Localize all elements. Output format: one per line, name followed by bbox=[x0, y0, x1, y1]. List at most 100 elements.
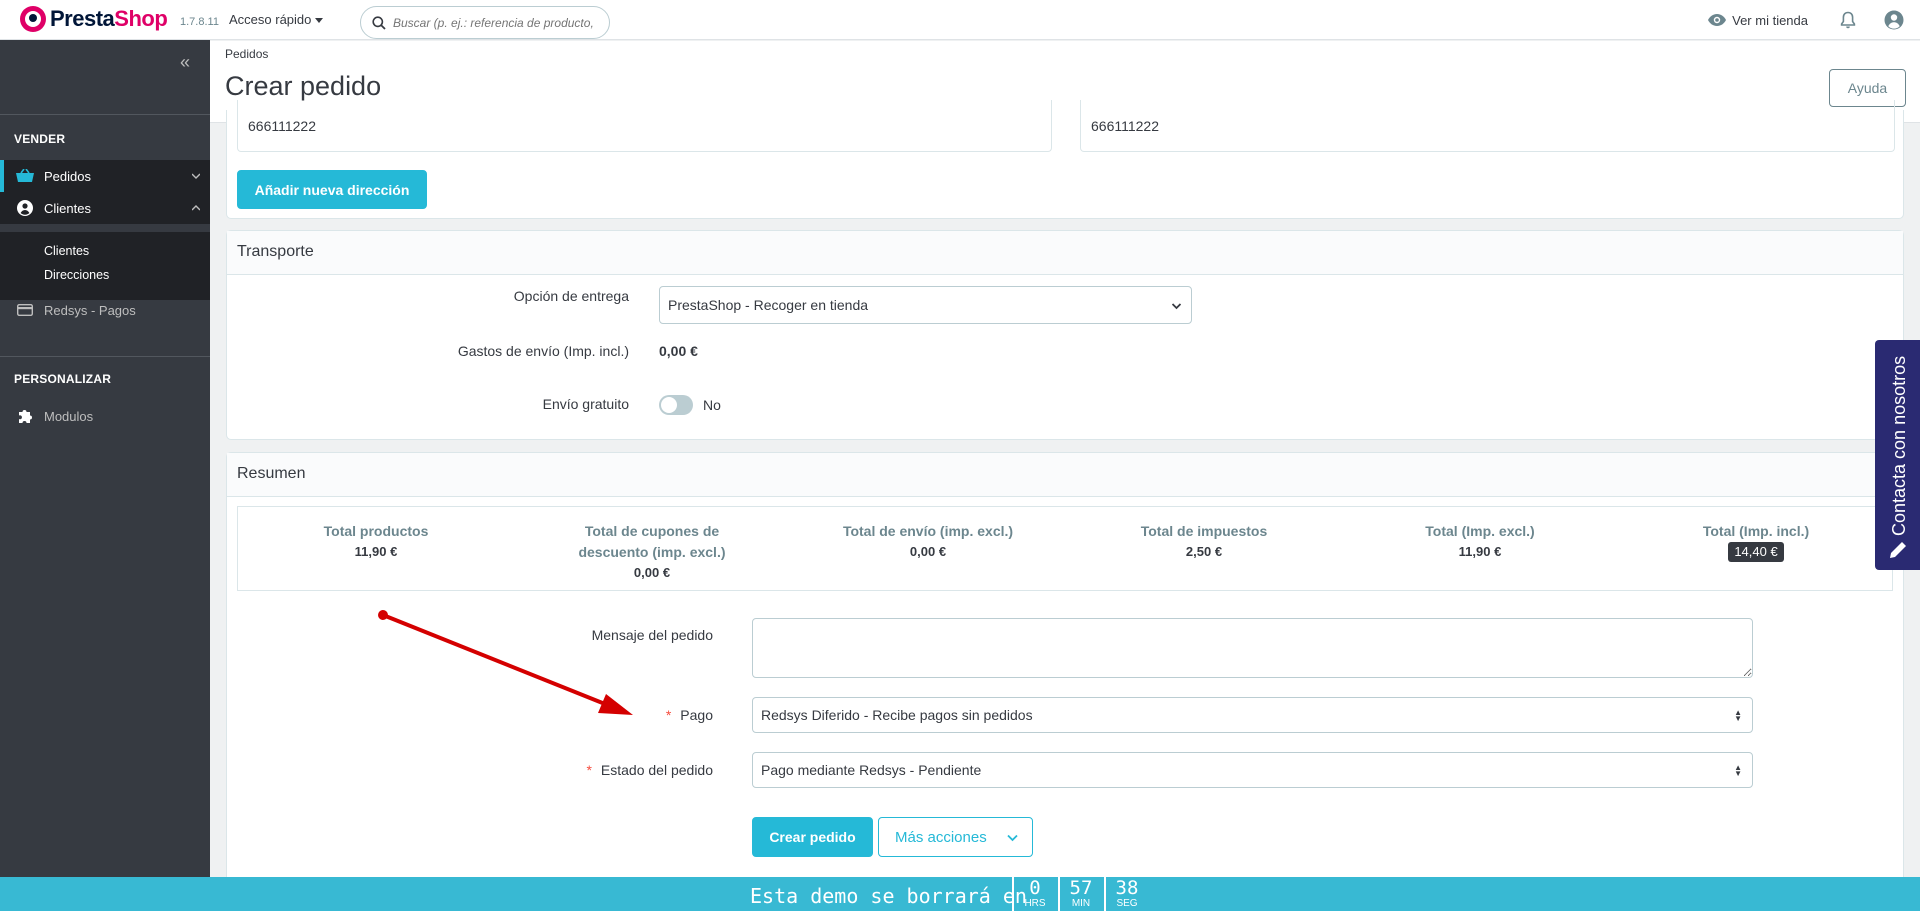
demo-countdown-text: Esta demo se borrará en bbox=[750, 884, 1027, 908]
prestashop-logo[interactable]: PrestaShop bbox=[20, 6, 168, 32]
countdown-hours-value: 0 bbox=[1029, 877, 1041, 899]
total-value: 11,90 € bbox=[1458, 544, 1502, 559]
quick-access-dropdown[interactable]: Acceso rápido bbox=[229, 12, 324, 27]
sidebar-item-label: Clientes bbox=[44, 200, 91, 216]
user-circle-icon bbox=[16, 199, 34, 217]
pencil-icon bbox=[1890, 542, 1906, 558]
total-value: 0,00 € bbox=[909, 544, 947, 559]
sidebar-item-modulos[interactable]: Modulos bbox=[0, 400, 210, 432]
required-asterisk: * bbox=[586, 762, 592, 778]
delivery-option-value: PrestaShop - Recoger en tienda bbox=[668, 297, 869, 313]
basket-icon bbox=[16, 167, 34, 185]
payment-value: Redsys Diferido - Recibe pagos sin pedid… bbox=[761, 707, 1033, 723]
free-shipping-value: No bbox=[703, 397, 721, 413]
chevron-down-icon bbox=[1007, 834, 1018, 842]
account-icon[interactable] bbox=[1884, 10, 1904, 30]
total-label: Total de impuestos bbox=[1140, 523, 1268, 539]
bell-icon[interactable] bbox=[1840, 11, 1856, 29]
prestashop-logo-icon bbox=[20, 6, 46, 32]
total-label: Total productos bbox=[323, 523, 429, 539]
countdown-seconds-unit: SEG bbox=[1116, 898, 1138, 909]
submenu-item-direcciones[interactable]: Direcciones bbox=[44, 268, 109, 282]
delivery-option-label: Opción de entrega bbox=[513, 288, 629, 304]
eye-icon bbox=[1708, 14, 1727, 26]
contact-us-label: Contacta con nosotros bbox=[1889, 355, 1909, 536]
chevron-down-icon bbox=[1172, 303, 1181, 310]
submenu-item-clientes[interactable]: Clientes bbox=[44, 244, 89, 258]
search-icon bbox=[372, 16, 386, 30]
countdown-seconds-value: 38 bbox=[1115, 877, 1139, 899]
total-label: Total (Imp. excl.) bbox=[1425, 523, 1535, 539]
more-actions-label: Más acciones bbox=[895, 828, 987, 846]
total-discounts: Total de cupones de descuento (imp. excl… bbox=[514, 521, 790, 583]
total-label: Total de envío (imp. excl.) bbox=[842, 523, 1014, 539]
countdown-seconds: 38 SEG bbox=[1104, 877, 1148, 911]
total-value: 2,50 € bbox=[1185, 544, 1223, 559]
total-label: Total (Imp. incl.) bbox=[1702, 523, 1810, 539]
chevron-down-icon bbox=[192, 173, 200, 179]
order-message-textarea[interactable] bbox=[752, 618, 1753, 678]
page-title: Crear pedido bbox=[225, 71, 382, 101]
free-shipping-toggle[interactable] bbox=[659, 395, 693, 415]
required-asterisk: * bbox=[665, 707, 672, 723]
clientes-submenu: Clientes Direcciones bbox=[0, 232, 210, 300]
search-box[interactable] bbox=[360, 6, 610, 39]
credit-card-icon bbox=[16, 301, 34, 319]
sidebar-item-label: Redsys - Pagos bbox=[44, 302, 136, 318]
more-actions-button[interactable]: Más acciones bbox=[878, 817, 1033, 857]
countdown-minutes-value: 57 bbox=[1069, 877, 1093, 899]
order-status-label-text: Estado del pedido bbox=[600, 762, 713, 778]
order-status-select[interactable]: Pago mediante Redsys - Pendiente ▲ ▼ bbox=[752, 752, 1753, 788]
select-arrows-icon: ▲ ▼ bbox=[1734, 708, 1742, 723]
invoice-address-box: 666111222 bbox=[1080, 100, 1895, 152]
countdown-hours: 0 HRS bbox=[1012, 877, 1056, 911]
total-products: Total productos 11,90 € bbox=[238, 521, 514, 562]
breadcrumb[interactable]: Pedidos bbox=[225, 47, 268, 61]
create-order-button[interactable]: Crear pedido bbox=[752, 817, 873, 857]
top-header: PrestaShop 1.7.8.11 Acceso rápido Ver mi… bbox=[0, 0, 1920, 40]
section-title-vender: VENDER bbox=[14, 132, 66, 146]
sidebar-item-pedidos[interactable]: Pedidos bbox=[0, 160, 210, 192]
total-incl: Total (Imp. incl.) 14,40 € bbox=[1618, 521, 1894, 562]
search-input[interactable] bbox=[393, 13, 603, 33]
version-label: 1.7.8.11 bbox=[180, 16, 219, 28]
total-excl: Total (Imp. excl.) 11,90 € bbox=[1342, 521, 1618, 562]
select-arrows-icon: ▲ ▼ bbox=[1734, 763, 1742, 778]
demo-countdown-bar: Esta demo se borrará en 0 HRS 57 MIN 38 … bbox=[0, 877, 1920, 911]
address-phone: 666111222 bbox=[1091, 118, 1159, 134]
countdown-hours-unit: HRS bbox=[1024, 898, 1046, 909]
annotation-arrow bbox=[378, 610, 633, 715]
sidebar-divider bbox=[0, 114, 210, 115]
sidebar: « VENDER Pedidos Clientes Clientes Direc… bbox=[0, 40, 210, 911]
sidebar-divider bbox=[0, 356, 210, 357]
sidebar-item-label: Modulos bbox=[44, 408, 94, 424]
summary-card-title: Resumen bbox=[227, 453, 1903, 497]
total-shipping: Total de envío (imp. excl.) 0,00 € bbox=[790, 521, 1066, 562]
shipping-card: Transporte Opción de entrega PrestaShop … bbox=[226, 230, 1904, 440]
collapse-sidebar-icon[interactable]: « bbox=[180, 52, 190, 73]
payment-select[interactable]: Redsys Diferido - Recibe pagos sin pedid… bbox=[752, 697, 1753, 733]
sidebar-item-clientes[interactable]: Clientes bbox=[0, 192, 210, 224]
address-phone: 666111222 bbox=[248, 118, 316, 134]
sidebar-item-redsys-pagos[interactable]: Redsys - Pagos bbox=[0, 294, 210, 326]
countdown-minutes-unit: MIN bbox=[1071, 898, 1091, 909]
total-value: 11,90 € bbox=[354, 544, 398, 559]
sidebar-item-label: Pedidos bbox=[44, 168, 91, 184]
total-label: Total de cupones de descuento (imp. excl… bbox=[578, 523, 726, 560]
order-status-label: * Estado del pedido bbox=[227, 762, 713, 778]
delivery-option-select[interactable]: PrestaShop - Recoger en tienda bbox=[659, 286, 1192, 324]
caret-down-icon bbox=[315, 18, 324, 24]
contact-us-tab[interactable]: Contacta con nosotros bbox=[1875, 340, 1920, 570]
view-store-label: Ver mi tienda bbox=[1732, 12, 1808, 28]
puzzle-icon bbox=[16, 407, 34, 425]
free-shipping-label: Envío gratuito bbox=[542, 396, 629, 412]
section-title-personalizar: PERSONALIZAR bbox=[14, 372, 112, 386]
payment-label-text: Pago bbox=[680, 707, 713, 723]
quick-access-label: Acceso rápido bbox=[229, 12, 312, 27]
order-status-value: Pago mediante Redsys - Pendiente bbox=[761, 762, 982, 778]
countdown-minutes: 57 MIN bbox=[1058, 877, 1102, 911]
add-address-button[interactable]: Añadir nueva dirección bbox=[237, 170, 427, 209]
shipping-cost-value: 0,00 € bbox=[659, 343, 698, 359]
chevron-up-icon bbox=[192, 205, 200, 211]
view-store-link[interactable]: Ver mi tienda bbox=[1708, 13, 1808, 28]
